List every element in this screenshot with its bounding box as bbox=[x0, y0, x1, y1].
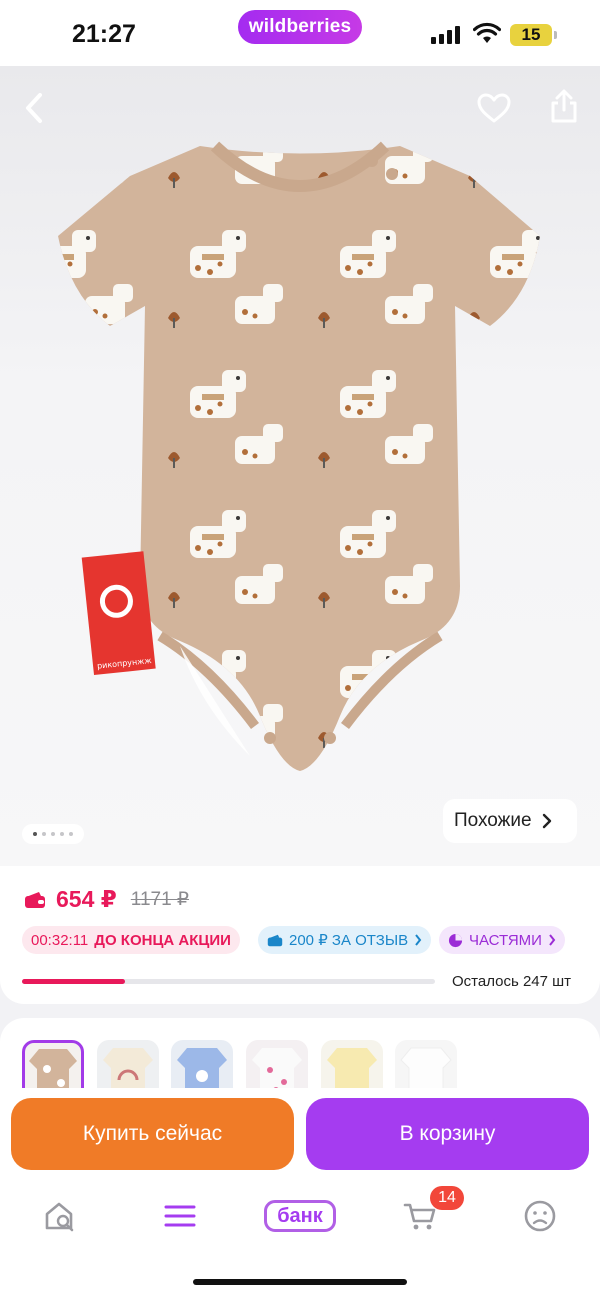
timer-value: 00:32:11 bbox=[31, 931, 89, 949]
pie-icon bbox=[448, 933, 463, 947]
buy-now-button[interactable]: Купить сейчас bbox=[11, 1098, 294, 1170]
old-price: 1171 ₽ bbox=[130, 889, 190, 910]
battery-indicator: 15 bbox=[510, 24, 557, 46]
profile-icon bbox=[524, 1200, 556, 1232]
current-price: 654 ₽ bbox=[56, 886, 117, 912]
similar-label: Похожие bbox=[454, 810, 532, 831]
chevron-right-icon bbox=[549, 934, 556, 946]
favorite-button[interactable] bbox=[472, 86, 516, 130]
wallet-icon bbox=[267, 934, 283, 946]
heart-icon bbox=[477, 93, 511, 123]
share-button[interactable] bbox=[542, 84, 586, 128]
back-button[interactable] bbox=[12, 86, 56, 130]
price-card: 654 ₽ 1171 ₽ 00:32:11 ДО КОНЦА АКЦИИ 200… bbox=[0, 866, 600, 1004]
wallet-icon bbox=[25, 891, 45, 908]
cellular-signal-icon bbox=[431, 26, 463, 44]
product-image-gallery[interactable]: рикопрунжж Похожие bbox=[0, 66, 600, 866]
stock-progress-bar bbox=[22, 979, 435, 984]
brand-logo: wildberries bbox=[238, 10, 362, 44]
similar-button[interactable]: Похожие bbox=[443, 799, 577, 843]
purchase-actions: Купить сейчас В корзину bbox=[0, 1088, 600, 1180]
menu-icon bbox=[164, 1205, 196, 1227]
status-bar: 21:27 wildberries 15 bbox=[0, 0, 600, 66]
cart-badge: 14 bbox=[430, 1186, 464, 1210]
chevron-right-icon bbox=[542, 813, 551, 829]
home-indicator bbox=[193, 1279, 407, 1285]
chevron-left-icon bbox=[26, 93, 42, 123]
gallery-pagination bbox=[22, 824, 84, 844]
promo-timer-chip[interactable]: 00:32:11 ДО КОНЦА АКЦИИ bbox=[22, 926, 240, 954]
review-bonus-chip[interactable]: 200 ₽ ЗА ОТЗЫВ bbox=[258, 926, 432, 954]
installments-label: ЧАСТЯМИ bbox=[469, 931, 542, 949]
add-to-cart-button[interactable]: В корзину bbox=[306, 1098, 589, 1170]
share-icon bbox=[551, 89, 577, 123]
status-time: 21:27 bbox=[72, 20, 136, 48]
wifi-icon bbox=[473, 22, 501, 43]
timer-label: ДО КОНЦА АКЦИИ bbox=[94, 931, 231, 949]
review-bonus-label: 200 ₽ ЗА ОТЗЫВ bbox=[289, 932, 409, 949]
installments-chip[interactable]: ЧАСТЯМИ bbox=[439, 926, 565, 954]
tab-profile[interactable] bbox=[518, 1196, 562, 1236]
stock-left-label: Осталось 247 шт bbox=[452, 973, 572, 990]
product-page: 21:27 wildberries 15 рикопрунжж Похожие … bbox=[0, 0, 600, 1297]
chevron-right-icon bbox=[415, 934, 422, 946]
tab-home[interactable] bbox=[38, 1196, 82, 1236]
product-photo: рикопрунжж bbox=[58, 141, 540, 771]
tab-catalog[interactable] bbox=[158, 1196, 202, 1236]
tab-bank[interactable]: банк bbox=[264, 1200, 336, 1232]
home-search-icon bbox=[45, 1202, 74, 1232]
